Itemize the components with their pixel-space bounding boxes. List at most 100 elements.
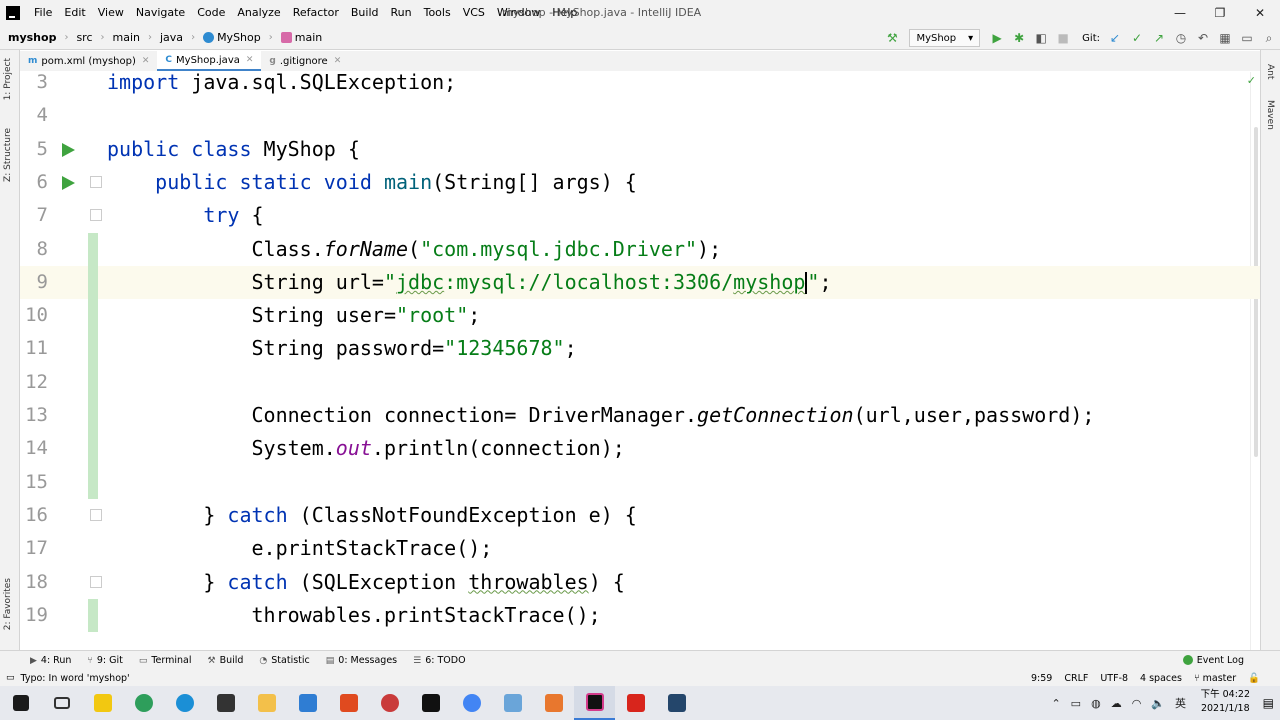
menu-file[interactable]: File [28, 0, 58, 26]
menu-vcs[interactable]: VCS [457, 0, 491, 26]
breadcrumb-java[interactable]: java › [152, 31, 195, 44]
fold-icon[interactable] [90, 175, 102, 188]
vcs-change-marker[interactable] [88, 365, 98, 399]
close-icon[interactable]: ✕ [1240, 0, 1280, 26]
edge-browser-icon[interactable] [164, 686, 205, 720]
code-editor[interactable]: ✓ 3 import java.sql.SQLException; 4 5 pu… [20, 72, 1260, 650]
tool-tab-todo[interactable]: ☰ 6: TODO [405, 655, 473, 666]
rollback-icon[interactable]: ↶ [1192, 27, 1214, 49]
system-clock[interactable]: 下午 04:22 2021/1/18 [1201, 688, 1250, 716]
menu-analyze[interactable]: Analyze [231, 0, 286, 26]
run-gutter-icon[interactable] [62, 175, 75, 190]
vcs-change-marker[interactable] [88, 598, 98, 633]
wifi-icon[interactable]: ◠ [1132, 697, 1142, 710]
chevron-up-icon[interactable]: ⌃ [1051, 697, 1060, 710]
tool-tab-project[interactable]: 1: Project [3, 58, 13, 100]
mail-icon[interactable] [287, 686, 328, 720]
app-green-icon[interactable] [123, 686, 164, 720]
tool-tab-statistic[interactable]: ◔ Statistic [251, 655, 317, 666]
tool-tab-run[interactable]: ▶ 4: Run [22, 655, 79, 666]
fold-icon[interactable] [90, 575, 102, 588]
coverage-icon[interactable]: ◧ [1030, 27, 1052, 49]
run-configuration-select[interactable]: MyShop ▾ [909, 29, 981, 47]
minimize-icon[interactable]: — [1160, 0, 1200, 26]
vcs-change-marker[interactable] [88, 265, 98, 300]
vcs-change-marker[interactable] [88, 432, 98, 466]
notification-icon[interactable]: ▤ [1263, 696, 1274, 710]
windows-start-icon[interactable] [0, 686, 41, 720]
tool-tab-favorites[interactable]: 2: Favorites [3, 578, 13, 630]
menu-navigate[interactable]: Navigate [130, 0, 191, 26]
acrobat-icon[interactable] [615, 686, 656, 720]
close-icon[interactable]: ✕ [334, 56, 342, 66]
menu-build[interactable]: Build [345, 0, 385, 26]
vcs-change-marker[interactable] [88, 232, 98, 266]
app-blue-icon[interactable] [492, 686, 533, 720]
breadcrumb-method[interactable]: main [273, 31, 322, 44]
vcs-change-marker[interactable] [88, 299, 98, 333]
chrome-icon[interactable] [451, 686, 492, 720]
menu-refactor[interactable]: Refactor [287, 0, 345, 26]
fold-icon[interactable] [90, 508, 102, 521]
file-encoding[interactable]: UTF-8 [1100, 673, 1128, 684]
fold-icon[interactable] [90, 209, 102, 222]
terminal-app-icon[interactable] [410, 686, 451, 720]
stop-icon[interactable]: ■ [1052, 27, 1074, 49]
build-hammer-icon[interactable]: ⚒ [881, 27, 903, 49]
menu-tools[interactable]: Tools [418, 0, 457, 26]
app-navy-icon[interactable] [656, 686, 697, 720]
breadcrumb-src[interactable]: src › [68, 31, 104, 44]
task-view-icon[interactable] [41, 686, 82, 720]
vcs-change-marker[interactable] [88, 399, 98, 433]
tool-tab-maven[interactable]: Maven [1265, 100, 1275, 130]
history-icon[interactable]: ◷ [1170, 27, 1192, 49]
tool-tab-build[interactable]: ⚒ Build [199, 655, 251, 666]
vcs-change-marker[interactable] [88, 332, 98, 366]
close-icon[interactable]: ✕ [142, 56, 150, 66]
intellij-taskbar-icon[interactable] [574, 686, 615, 720]
maximize-icon[interactable]: ❐ [1200, 0, 1240, 26]
breadcrumb-main[interactable]: main › [105, 31, 152, 44]
cloud-icon[interactable]: ☁ [1111, 697, 1122, 710]
tool-tab-event-log[interactable]: Event Log [1182, 650, 1244, 670]
git-update-icon[interactable]: ↙ [1104, 27, 1126, 49]
tab-pom-xml[interactable]: m pom.xml (myshop) ✕ [20, 51, 157, 71]
sticky-notes-icon[interactable] [82, 686, 123, 720]
tab-myshop-java[interactable]: C MyShop.java ✕ [157, 51, 262, 71]
menu-code[interactable]: Code [191, 0, 231, 26]
tool-tab-git[interactable]: ⑂ 9: Git [79, 655, 130, 666]
indent-setting[interactable]: 4 spaces [1140, 673, 1182, 684]
input-method[interactable]: 英 [1175, 695, 1186, 711]
git-push-icon[interactable]: ↗ [1148, 27, 1170, 49]
caret-position[interactable]: 9:59 [1031, 673, 1052, 684]
menu-view[interactable]: View [92, 0, 130, 26]
vcs-change-marker[interactable] [88, 465, 98, 499]
breadcrumb-project[interactable]: myshop › [0, 31, 68, 44]
line-separator[interactable]: CRLF [1064, 673, 1088, 684]
project-structure-icon[interactable]: ▦ [1214, 27, 1236, 49]
app-gear-icon[interactable] [369, 686, 410, 720]
menu-edit[interactable]: Edit [58, 0, 91, 26]
tool-tab-terminal[interactable]: ▭ Terminal [131, 655, 200, 666]
app-orange-icon[interactable] [533, 686, 574, 720]
git-commit-icon[interactable]: ✓ [1126, 27, 1148, 49]
search-icon[interactable]: ⌕ [1258, 27, 1280, 49]
breadcrumb-class[interactable]: MyShop › [195, 31, 273, 44]
volume-icon[interactable]: 🔈 [1151, 697, 1165, 710]
run-gutter-icon[interactable] [62, 142, 75, 157]
run-icon[interactable]: ▶ [986, 27, 1008, 49]
status-toggle-icon[interactable]: ▭ [6, 673, 15, 683]
lock-icon[interactable]: 🔓 [1248, 673, 1260, 684]
tool-tab-ant[interactable]: Ant [1265, 64, 1275, 79]
network-icon[interactable]: ◍ [1091, 697, 1101, 710]
presentation-icon[interactable]: ▭ [1236, 27, 1258, 49]
debug-icon[interactable]: ✱ [1008, 27, 1030, 49]
file-explorer-icon[interactable] [246, 686, 287, 720]
office-icon[interactable] [328, 686, 369, 720]
tab-gitignore[interactable]: g .gitignore ✕ [261, 51, 349, 71]
tool-tab-structure[interactable]: Z: Structure [3, 128, 13, 182]
close-icon[interactable]: ✕ [246, 55, 254, 65]
tool-tab-messages[interactable]: ▤ 0: Messages [318, 655, 405, 666]
store-icon[interactable] [205, 686, 246, 720]
battery-icon[interactable]: ▭ [1071, 697, 1081, 710]
